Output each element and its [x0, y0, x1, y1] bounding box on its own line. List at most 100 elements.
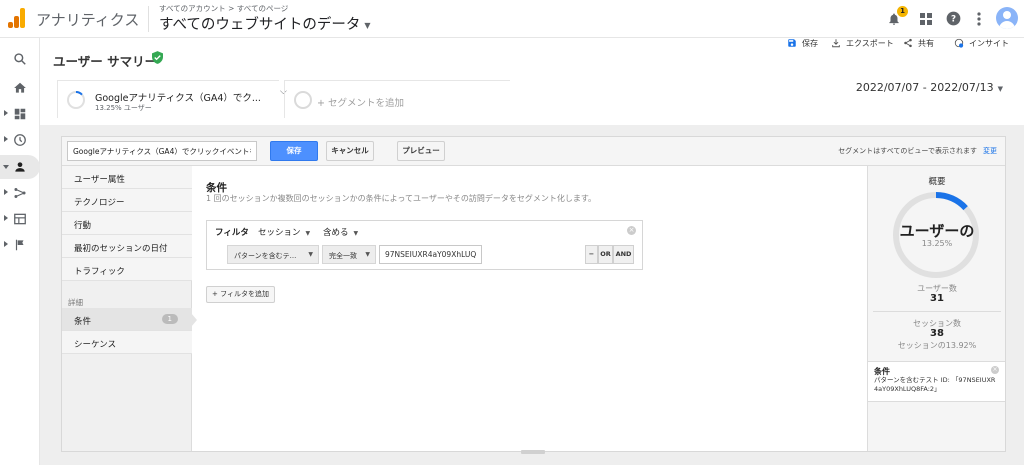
menu-item-traffic[interactable]: トラフィック — [62, 258, 192, 281]
filter-value-input[interactable]: 97NSEIUXR4aY09XhLUQ — [379, 245, 482, 264]
change-visibility-link[interactable]: 変更 — [983, 147, 997, 155]
conditions-description: 1 回のセッションか複数回のセッションかの条件によってユーザーやその訪問データを… — [206, 194, 597, 203]
insights-label: インサイト — [969, 39, 1009, 48]
breadcrumb-account[interactable]: すべてのアカウント — [159, 4, 226, 13]
sessions-percent: セッションの13.92% — [897, 341, 977, 350]
segment-ring-icon — [67, 91, 85, 109]
conditions-panel: 条件 1 回のセッションか複数回のセッションかの条件によってユーザーやその訪問デ… — [193, 166, 867, 451]
preview-button[interactable]: プレビュー — [397, 141, 445, 161]
caret-down-icon: ▼ — [305, 230, 311, 237]
report-header: ユーザー サマリー 保存 エクスポート 共有 インサイト — [40, 38, 1024, 75]
help-button[interactable]: ? — [943, 9, 963, 29]
view-selector[interactable]: すべてのウェブサイトのデータ ▼ — [159, 13, 371, 34]
add-filter-button[interactable]: + フィルタを追加 — [206, 286, 275, 303]
expand-arrow-icon — [4, 136, 8, 142]
more-vert-icon — [977, 12, 981, 26]
remove-filter-icon[interactable]: × — [627, 226, 636, 235]
segment-visibility-note: セグメントはすべてのビューで表示されます 変更 — [838, 146, 997, 156]
menu-item-technology[interactable]: テクノロジー — [62, 189, 192, 212]
nav-conversions[interactable] — [0, 233, 40, 257]
search-icon — [14, 53, 26, 65]
notifications-button[interactable]: 1 — [884, 6, 908, 29]
caret-down-icon: ▼ — [364, 20, 371, 30]
insights-button[interactable]: インサイト — [954, 38, 1009, 49]
insights-icon — [954, 38, 964, 48]
filter-mode-value: 含める — [323, 228, 349, 238]
and-button[interactable]: AND — [613, 245, 634, 264]
segment-name-input[interactable] — [67, 141, 257, 161]
segment-summary-panel: 概要 ユーザーの 13.25% ユーザー数 31 セッション数 38 セッション… — [867, 166, 1005, 451]
expand-arrow-icon — [4, 110, 8, 116]
condition-summary-text: パターンを含むテスト ID: 「97NSEIUXR4aY09XhLUQ8FA:2… — [874, 376, 996, 393]
or-button[interactable]: OR — [598, 245, 613, 264]
menu-section-advanced: 詳細 — [68, 298, 83, 307]
caret-down-icon: ▼ — [308, 251, 313, 258]
menu-item-conditions-label: 条件 — [74, 317, 92, 327]
breadcrumb-separator: > — [228, 4, 235, 13]
clock-icon — [14, 134, 26, 146]
expand-arrow-icon — [4, 215, 8, 221]
flag-icon — [15, 239, 24, 251]
match-type-dropdown[interactable]: 完全一致 ▼ — [322, 245, 376, 264]
dashboard-icon — [14, 108, 26, 120]
top-bar: アナリティクス すべてのアカウント > すべてのページ すべてのウェブサイトのデ… — [0, 0, 1024, 38]
gauge-percent: 13.25% — [921, 239, 953, 248]
nav-customization[interactable] — [0, 102, 40, 126]
grip-icon — [521, 450, 545, 454]
acquisition-icon — [14, 188, 26, 198]
home-icon — [14, 82, 26, 93]
segment-title: Googleアナリティクス（GA4）でク... — [95, 93, 261, 104]
filter-mode-dropdown[interactable]: 含める ▼ — [323, 226, 358, 238]
analytics-logo-icon[interactable] — [8, 8, 26, 28]
page-title: ユーザー サマリー — [53, 54, 158, 69]
expand-arrow-icon — [4, 189, 8, 195]
menu-item-sequences[interactable]: シーケンス — [62, 331, 192, 354]
account-avatar[interactable] — [996, 7, 1018, 29]
breadcrumb-property[interactable]: すべてのページ — [237, 4, 289, 13]
menu-item-demographics[interactable]: ユーザー属性 — [62, 166, 192, 189]
menu-item-first-session-date[interactable]: 最初のセッションの日付 — [62, 235, 192, 258]
segment-editor: 保存 キャンセル プレビュー セグメントはすべてのビューで表示されます変更 ユー… — [61, 136, 1006, 452]
save-report-button[interactable]: 保存 — [787, 38, 818, 49]
menu-item-behavior[interactable]: 行動 — [62, 212, 192, 235]
active-segment-card[interactable]: Googleアナリティクス（GA4）でク... 13.25% ユーザー ⌵ — [57, 80, 287, 118]
sessions-value: 38 — [930, 328, 944, 339]
summary-divider — [873, 311, 1001, 312]
save-segment-button[interactable]: 保存 — [270, 141, 318, 161]
notification-badge: 1 — [897, 6, 908, 17]
export-button[interactable]: エクスポート — [831, 38, 894, 49]
nav-home[interactable] — [0, 76, 40, 100]
filter-box: フィルタ セッション ▼ 含める ▼ × パターンを含むテ... ▼ 完全一致 ▼ 97… — [206, 220, 643, 270]
more-menu-button[interactable] — [969, 9, 989, 29]
filter-label: フィルタ — [215, 228, 249, 238]
expand-arrow-icon — [4, 241, 8, 247]
caret-down-icon: ▼ — [997, 85, 1003, 93]
nav-realtime[interactable] — [0, 128, 40, 152]
empty-segment-ring-icon — [294, 91, 312, 109]
svg-text:?: ? — [950, 15, 955, 25]
dimension-value: パターンを含むテ... — [234, 252, 297, 260]
nav-audience[interactable] — [0, 155, 40, 179]
filter-scope-dropdown[interactable]: セッション ▼ — [258, 226, 310, 238]
filter-scope-value: セッション — [258, 228, 301, 238]
cancel-button[interactable]: キャンセル — [326, 141, 374, 161]
collapse-arrow-icon — [3, 165, 9, 169]
add-segment-card[interactable]: + セグメントを追加 — [284, 80, 510, 118]
editor-resize-handle[interactable] — [61, 450, 1006, 456]
nav-behavior[interactable] — [0, 207, 40, 231]
remove-condition-button[interactable]: − — [585, 245, 598, 264]
nav-search[interactable] — [0, 47, 40, 71]
dimension-dropdown[interactable]: パターンを含むテ... ▼ — [227, 245, 319, 264]
date-range-picker[interactable]: 2022/07/07 - 2022/07/13 ▼ — [856, 81, 1003, 94]
menu-item-conditions[interactable]: 条件 1 — [62, 308, 192, 331]
segment-subtitle: 13.25% ユーザー — [95, 104, 152, 112]
save-report-label: 保存 — [802, 39, 818, 48]
view-name: すべてのウェブサイトのデータ — [159, 17, 361, 33]
share-button[interactable]: 共有 — [903, 38, 934, 49]
person-icon — [15, 162, 25, 172]
nav-acquisition[interactable] — [0, 181, 40, 205]
behavior-icon — [14, 213, 26, 225]
share-label: 共有 — [918, 39, 934, 48]
apps-button[interactable] — [916, 9, 936, 29]
remove-condition-icon[interactable]: × — [991, 366, 999, 374]
